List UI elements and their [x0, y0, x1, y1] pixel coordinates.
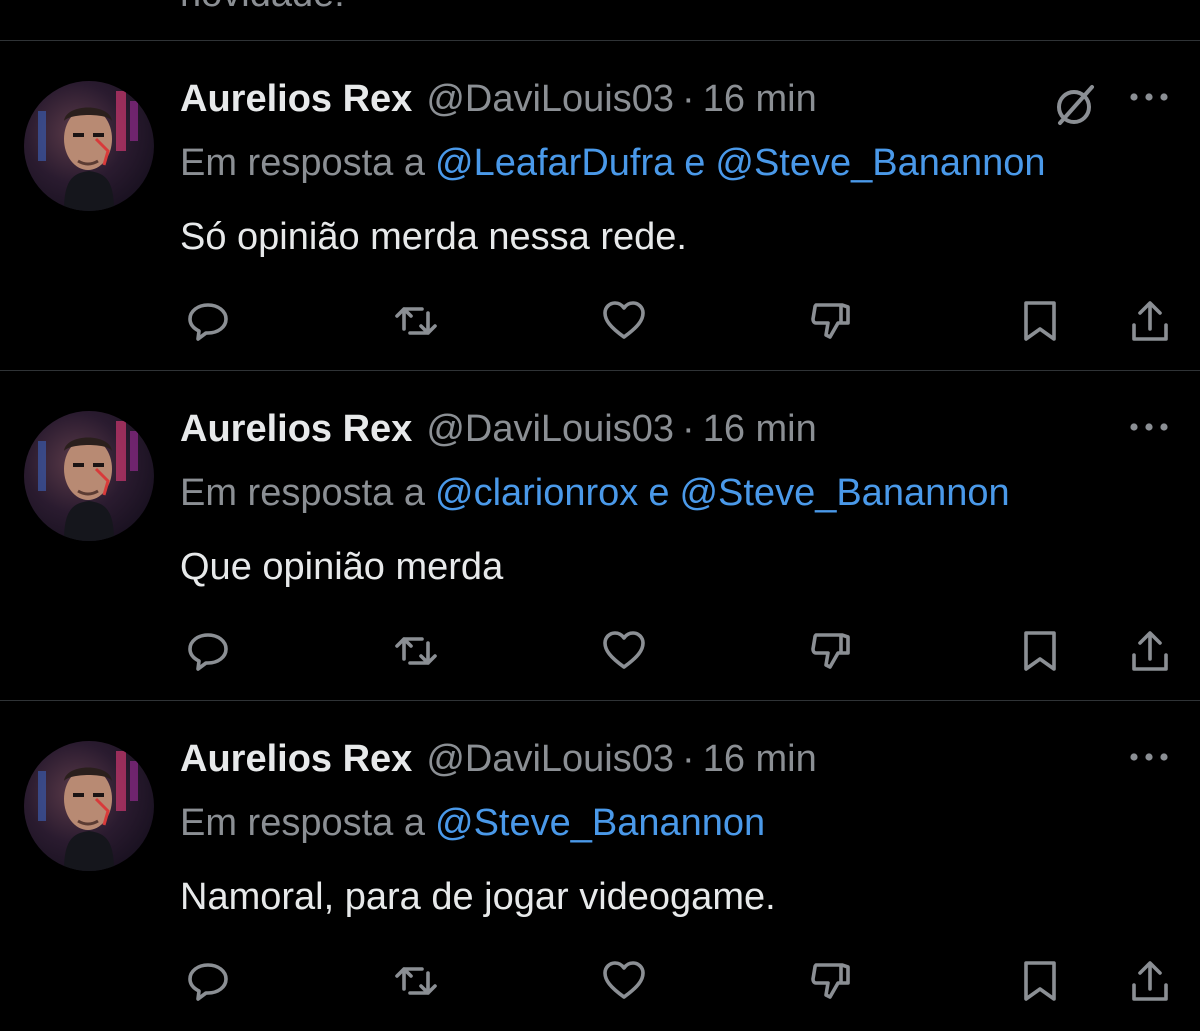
dislike-icon	[811, 633, 850, 669]
retweet-button[interactable]	[388, 623, 444, 679]
reply-icon	[188, 633, 228, 671]
tweet-text: Namoral, para de jogar videogame.	[180, 876, 776, 918]
like-icon	[603, 631, 645, 669]
retweet-button[interactable]	[388, 953, 444, 1009]
bookmark-button[interactable]	[1012, 623, 1068, 679]
separator-dot: ·	[682, 737, 695, 780]
more-horizontal-icon[interactable]	[1128, 747, 1170, 767]
reply-prefix: Em resposta a	[180, 801, 425, 844]
tweet-text: Que opinião merda	[180, 546, 504, 588]
share-icon	[1132, 301, 1168, 341]
dislike-icon	[811, 303, 850, 339]
tweet-text: Só opinião merda nessa rede.	[180, 216, 687, 258]
tweet[interactable]: Aurelios Rex @DaviLouis03 · 16 min Em re…	[0, 701, 1200, 1031]
like-icon	[603, 301, 645, 339]
share-icon	[1132, 961, 1168, 1001]
bookmark-button[interactable]	[1012, 953, 1068, 1009]
author-handle[interactable]: @DaviLouis03	[426, 408, 674, 451]
dislike-button[interactable]	[804, 293, 860, 349]
bookmark-icon	[1024, 301, 1056, 341]
retweet-button[interactable]	[388, 293, 444, 349]
author-handle[interactable]: @DaviLouis03	[426, 738, 674, 781]
reply-prefix: Em resposta a	[180, 141, 425, 184]
like-button[interactable]	[596, 623, 652, 679]
share-button[interactable]	[1122, 293, 1178, 349]
reply-button[interactable]	[180, 293, 236, 349]
tweet[interactable]: Aurelios Rex @DaviLouis03 · 16 min Em re…	[0, 371, 1200, 701]
reply-context: Em resposta a @clarionrox e @Steve_Banan…	[180, 467, 1010, 519]
reply-context: Em resposta a @LeafarDufra e @Steve_Bana…	[180, 137, 1046, 189]
reply-button[interactable]	[180, 953, 236, 1009]
reply-prefix: Em resposta a	[180, 471, 425, 514]
reply-icon	[188, 303, 228, 341]
mention-link[interactable]: @Steve_Banannon	[679, 472, 1009, 515]
author-handle[interactable]: @DaviLouis03	[426, 78, 674, 121]
reply-context: Em resposta a @Steve_Banannon	[180, 797, 765, 849]
timestamp[interactable]: 16 min	[703, 408, 817, 451]
mention-separator: e	[684, 141, 706, 184]
tweet[interactable]: Aurelios Rex @DaviLouis03 · 16 min Em re…	[0, 41, 1200, 371]
author-name[interactable]: Aurelios Rex	[180, 738, 412, 781]
more-horizontal-icon[interactable]	[1128, 417, 1170, 437]
author-name[interactable]: Aurelios Rex	[180, 408, 412, 451]
like-button[interactable]	[596, 293, 652, 349]
avatar[interactable]	[24, 81, 154, 211]
mention-separator: e	[648, 471, 670, 514]
bookmark-icon	[1024, 961, 1056, 1001]
dislike-button[interactable]	[804, 623, 860, 679]
previous-tweet-text-fragment: novidade!	[180, 0, 345, 16]
timestamp[interactable]: 16 min	[703, 738, 817, 781]
share-button[interactable]	[1122, 623, 1178, 679]
like-icon	[603, 961, 645, 999]
share-icon	[1132, 631, 1168, 671]
mention-link[interactable]: @Steve_Banannon	[435, 802, 765, 845]
retweet-icon	[395, 967, 437, 995]
action-bar	[0, 293, 1200, 353]
avatar[interactable]	[24, 741, 154, 871]
dislike-icon	[811, 963, 850, 999]
grok-icon[interactable]	[1050, 79, 1102, 131]
mention-link[interactable]: @clarionrox	[435, 472, 638, 515]
retweet-icon	[395, 637, 437, 665]
retweet-icon	[395, 307, 437, 335]
reply-icon	[188, 963, 228, 1001]
bookmark-button[interactable]	[1012, 293, 1068, 349]
dislike-button[interactable]	[804, 953, 860, 1009]
share-button[interactable]	[1122, 953, 1178, 1009]
avatar[interactable]	[24, 411, 154, 541]
action-bar	[0, 953, 1200, 1013]
mention-link[interactable]: @Steve_Banannon	[715, 142, 1045, 185]
author-name[interactable]: Aurelios Rex	[180, 78, 412, 121]
mention-link[interactable]: @LeafarDufra	[435, 142, 674, 185]
action-bar	[0, 623, 1200, 683]
timestamp[interactable]: 16 min	[703, 78, 817, 121]
more-horizontal-icon[interactable]	[1128, 87, 1170, 107]
reply-button[interactable]	[180, 623, 236, 679]
separator-dot: ·	[682, 407, 695, 450]
like-button[interactable]	[596, 953, 652, 1009]
bookmark-icon	[1024, 631, 1056, 671]
separator-dot: ·	[682, 77, 695, 120]
